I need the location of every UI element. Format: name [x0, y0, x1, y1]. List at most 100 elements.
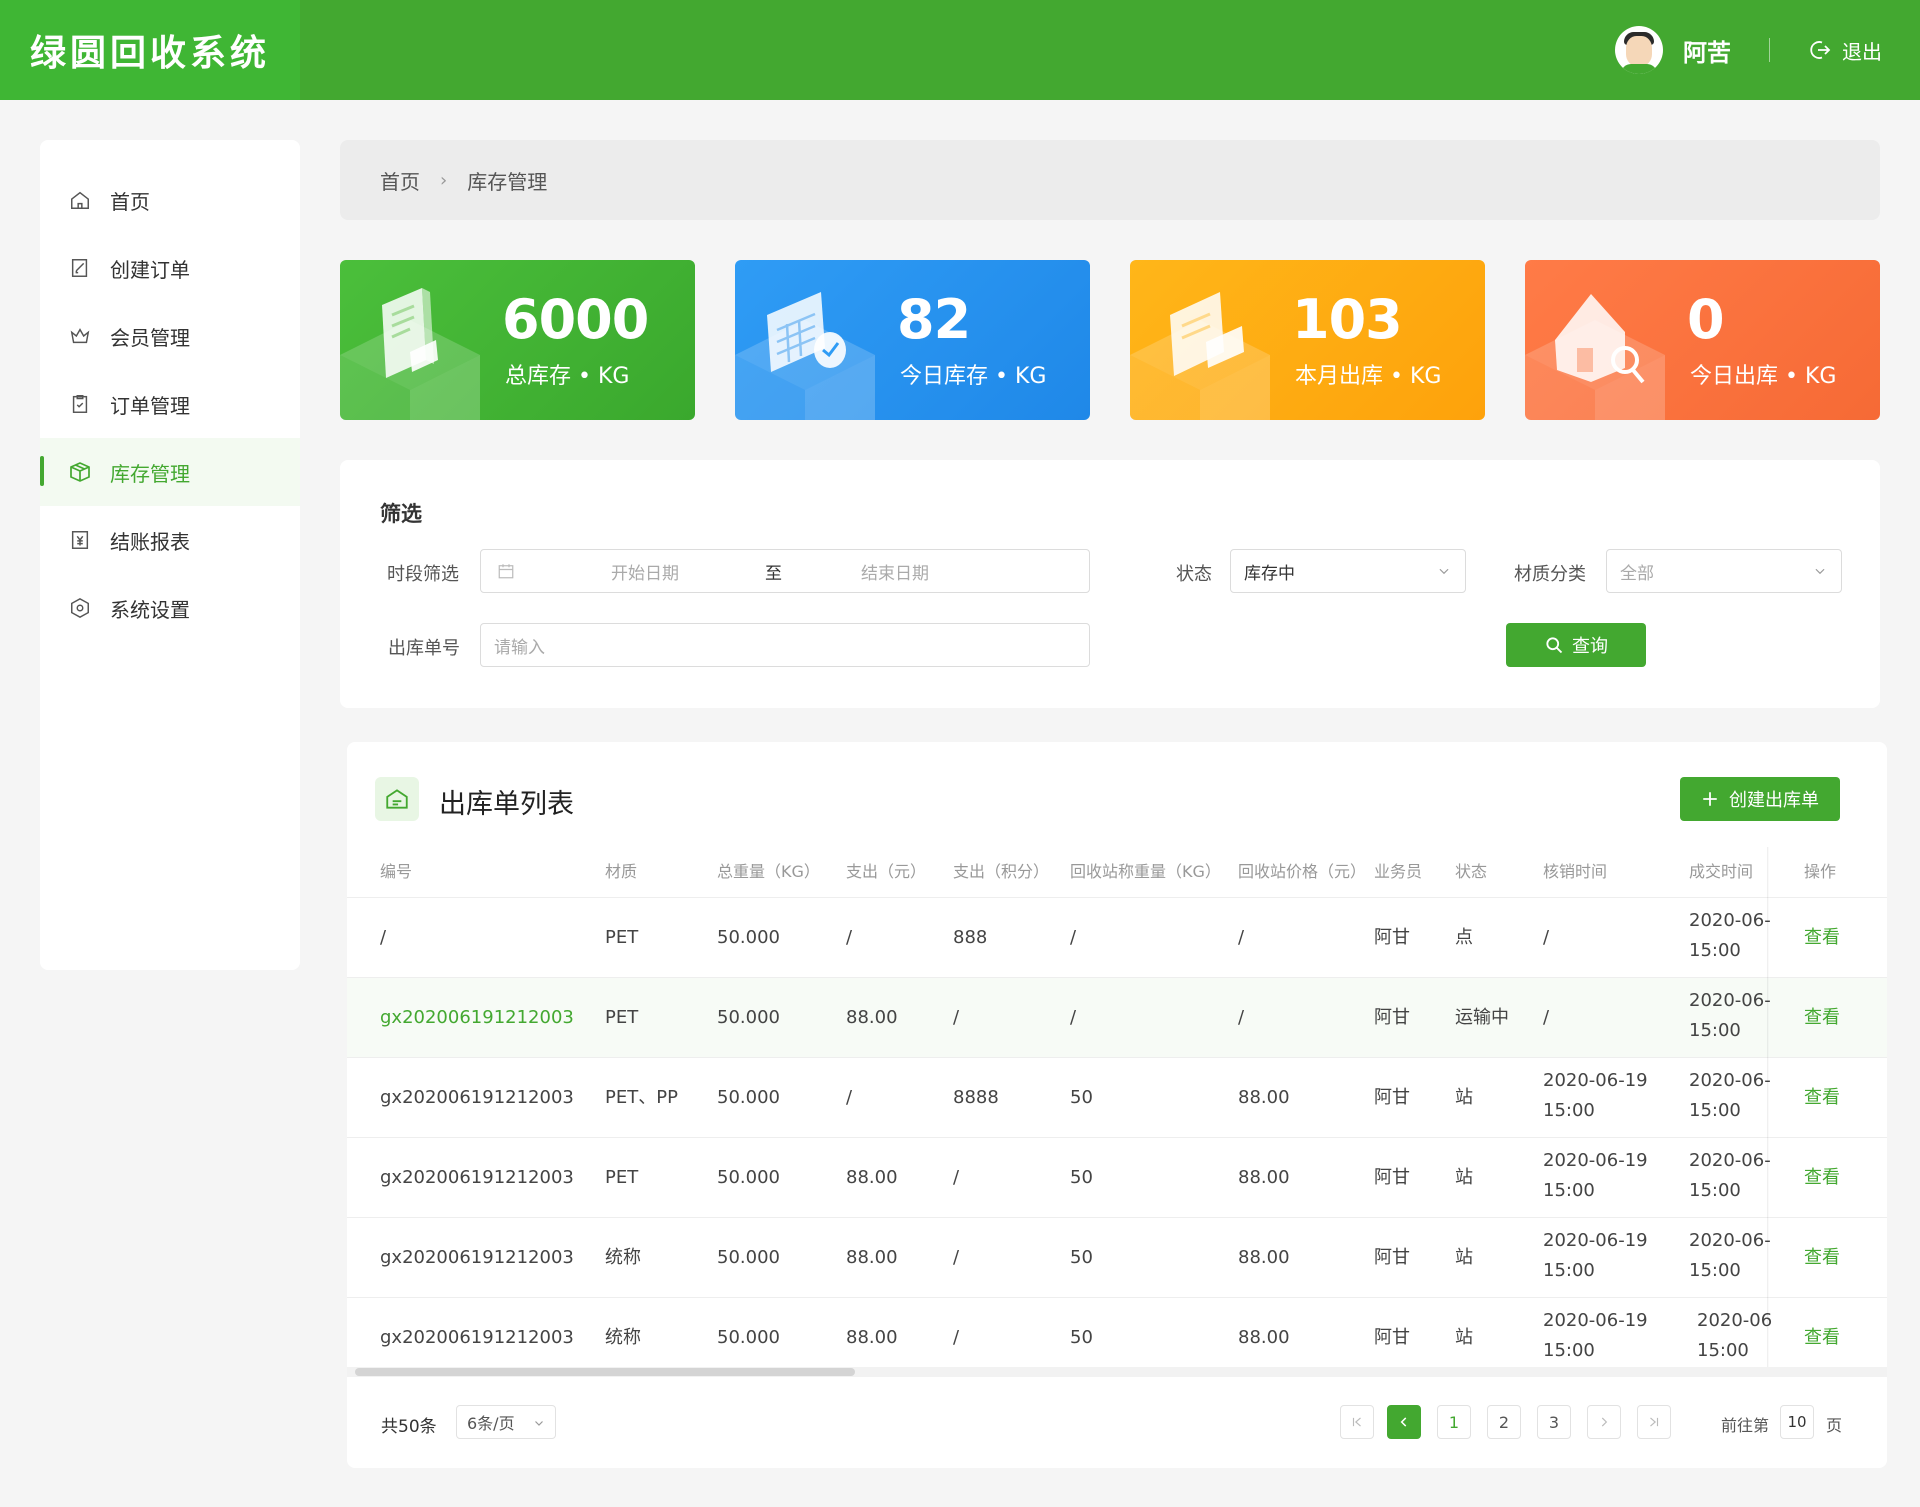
cell-station-price: 88.00 — [1238, 1247, 1290, 1268]
view-link[interactable]: 查看 — [1804, 1003, 1840, 1033]
cell-station-weight: 50 — [1070, 1167, 1093, 1188]
cell-status: 站 — [1455, 1247, 1473, 1268]
sidebar-item-members[interactable]: 会员管理 — [40, 302, 300, 370]
user-name[interactable]: 阿苦 — [1683, 33, 1731, 68]
user-area: 阿苦 退出 — [1615, 0, 1882, 100]
date-range-picker[interactable]: 开始日期 至 结束日期 — [480, 549, 1090, 593]
prev-page-button[interactable] — [1387, 1405, 1421, 1439]
cell-deal-time: 15:00 — [1689, 1100, 1741, 1121]
view-link[interactable]: 查看 — [1804, 1083, 1840, 1113]
view-link[interactable]: 查看 — [1804, 1163, 1840, 1193]
app-logo-title: 绿圆回收系统 — [0, 0, 300, 100]
cell-material: PET — [605, 927, 639, 948]
sidebar-item-settings[interactable]: 系统设置 — [40, 574, 300, 642]
stat-label: 本月出库 • KG — [1295, 364, 1442, 389]
cell-station-weight: 50 — [1070, 1247, 1093, 1268]
column-header: 成交时间 — [1689, 862, 1754, 881]
status-select[interactable]: 库存中 — [1230, 549, 1466, 593]
material-select[interactable]: 全部 — [1606, 549, 1842, 593]
cell-deal-time: 2020-06- — [1689, 1070, 1771, 1091]
cell-weight: 50.000 — [717, 927, 780, 948]
cell-station-price: / — [1238, 1007, 1245, 1028]
sidebar-item-orders[interactable]: 订单管理 — [40, 370, 300, 438]
sidebar-item-inventory[interactable]: 库存管理 — [40, 438, 300, 506]
cell-staff: 阿甘 — [1374, 1087, 1410, 1108]
user-avatar[interactable] — [1615, 26, 1663, 74]
cell-points: / — [953, 1007, 960, 1028]
plus-icon — [1703, 792, 1717, 806]
logout-button[interactable]: 退出 — [1808, 36, 1882, 65]
table-row[interactable]: gx202006191212003 PET 50.000 88.00 / / /… — [347, 978, 1887, 1058]
page-button[interactable]: 1 — [1437, 1405, 1471, 1439]
order-number-input[interactable]: 请输入 — [480, 623, 1090, 667]
filter-title: 筛选 — [380, 502, 422, 526]
sidebar: 首页 创建订单 会员管理 订单管理 库存管理 结账报表 系统设置 — [40, 140, 300, 970]
warehouse-icon — [375, 777, 419, 821]
sidebar-item-reports[interactable]: 结账报表 — [40, 506, 300, 574]
calendar-icon — [498, 564, 514, 579]
end-date-input[interactable]: 结束日期 — [861, 559, 929, 584]
sidebar-item-label: 首页 — [110, 189, 150, 214]
table-row[interactable]: gx202006191212003 统称 50.000 88.00 / 50 8… — [347, 1218, 1887, 1298]
next-page-button[interactable] — [1587, 1405, 1621, 1439]
edit-icon — [68, 256, 92, 280]
breadcrumb: 首页 › 库存管理 — [340, 140, 1880, 220]
goto-page-input[interactable]: 10 — [1780, 1405, 1814, 1439]
cell-points: 8888 — [953, 1087, 999, 1108]
table-row[interactable]: gx202006191212003 统称 50.000 88.00 / 50 8… — [347, 1298, 1887, 1368]
cell-deal-time: 15:00 — [1689, 1020, 1741, 1041]
stat-card-total-stock: 6000 总库存 • KG — [340, 260, 695, 420]
house-search-illustration-icon — [1525, 294, 1665, 420]
start-date-input[interactable]: 开始日期 — [611, 559, 679, 584]
view-link[interactable]: 查看 — [1804, 1323, 1840, 1353]
breadcrumb-home[interactable]: 首页 — [380, 166, 420, 195]
cell-id: gx202006191212003 — [380, 1087, 574, 1108]
query-button[interactable]: 查询 — [1506, 623, 1646, 667]
sidebar-item-home[interactable]: 首页 — [40, 166, 300, 234]
stat-value: 103 — [1292, 288, 1403, 351]
stat-value: 82 — [897, 288, 971, 351]
stat-card-today-stock: 82 今日库存 • KG — [735, 260, 1090, 420]
cell-verify-time: 2020-06-19 — [1543, 1070, 1648, 1091]
cell-deal-time: 2020-06 — [1697, 1310, 1773, 1331]
date-range-separator: 至 — [765, 563, 782, 584]
cell-staff: 阿甘 — [1374, 1167, 1410, 1188]
column-header: 状态 — [1455, 862, 1488, 881]
cell-deal-time: 2020-06- — [1689, 1230, 1771, 1251]
crown-icon — [68, 324, 92, 348]
stat-label: 今日库存 • KG — [900, 364, 1047, 389]
sidebar-item-label: 会员管理 — [110, 325, 190, 350]
page-size-select[interactable]: 6条/页 — [456, 1405, 556, 1439]
cell-id: gx202006191212003 — [380, 1247, 574, 1268]
page-button[interactable]: 2 — [1487, 1405, 1521, 1439]
outbound-list-panel: 出库单列表 创建出库单 编号 材质 总重量（KG） 支出（元） 支出（积分） 回… — [347, 742, 1887, 1468]
cell-material: PET — [605, 1007, 639, 1028]
table-row[interactable]: gx202006191212003 PET、PP 50.000 / 8888 5… — [347, 1058, 1887, 1138]
view-link[interactable]: 查看 — [1804, 923, 1840, 953]
table-row[interactable]: / PET 50.000 / 888 / / 阿甘 点 / 2020-06- 1… — [347, 898, 1887, 978]
cell-points: 888 — [953, 927, 988, 948]
total-count: 共50条 — [381, 1417, 437, 1437]
sidebar-item-label: 结账报表 — [110, 529, 190, 554]
order-number-label: 出库单号 — [388, 638, 460, 659]
cell-station-price: 88.00 — [1238, 1167, 1290, 1188]
horizontal-scrollbar[interactable] — [347, 1367, 1887, 1377]
logout-label: 退出 — [1842, 39, 1882, 64]
sidebar-item-create-order[interactable]: 创建订单 — [40, 234, 300, 302]
cell-material: 统称 — [605, 1327, 641, 1348]
page-button[interactable]: 3 — [1537, 1405, 1571, 1439]
view-link[interactable]: 查看 — [1804, 1243, 1840, 1273]
cell-id[interactable]: gx202006191212003 — [380, 1003, 574, 1033]
query-button-label: 查询 — [1572, 636, 1608, 657]
create-outbound-button[interactable]: 创建出库单 — [1680, 777, 1840, 821]
clipboard-icon — [68, 392, 92, 416]
chevron-down-icon — [535, 1421, 543, 1426]
cell-cost: 88.00 — [846, 1247, 898, 1268]
cell-cost: 88.00 — [846, 1167, 898, 1188]
scrollbar-thumb[interactable] — [355, 1368, 855, 1376]
last-page-button[interactable] — [1637, 1405, 1671, 1439]
box-icon — [68, 460, 92, 484]
cell-status: 站 — [1455, 1327, 1473, 1348]
table-row[interactable]: gx202006191212003 PET 50.000 88.00 / 50 … — [347, 1138, 1887, 1218]
first-page-button[interactable] — [1340, 1405, 1374, 1439]
